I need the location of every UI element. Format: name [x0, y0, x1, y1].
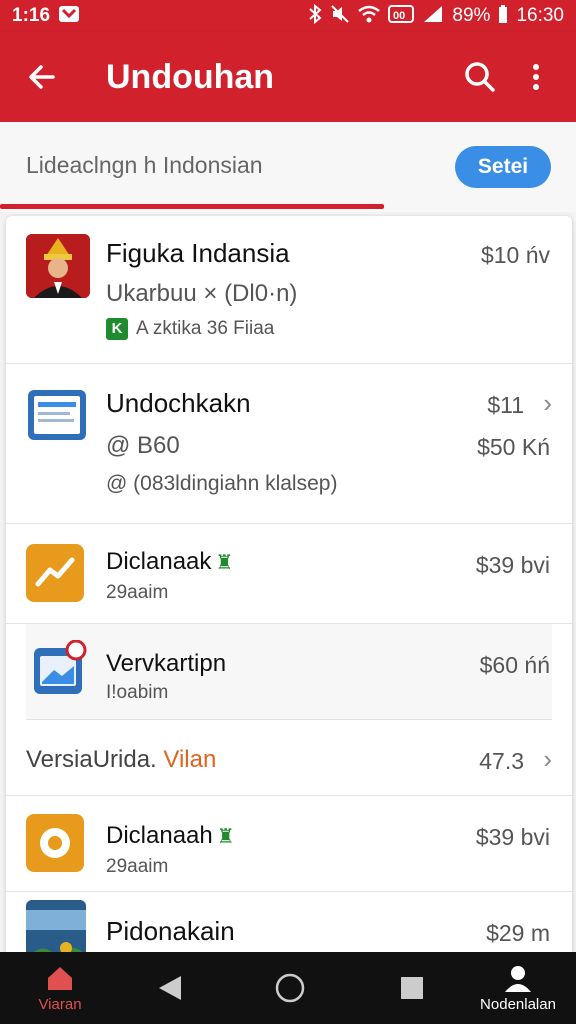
item-meta: @ (083ldingiahn klalsep) — [106, 472, 338, 495]
item-title: Vervkartipn — [106, 650, 227, 677]
home-icon — [48, 966, 72, 990]
item-subtitle: 29aaim — [106, 856, 169, 877]
more-vert-icon — [533, 64, 539, 90]
item-price: $39 bvi — [475, 824, 550, 850]
item-title: Pidonakain — [106, 916, 235, 946]
item-subtitle: I!oabim — [106, 682, 169, 703]
chart-icon — [26, 544, 84, 602]
item-subtitle: 29aaim — [106, 582, 169, 603]
item-title: Undochkakn — [106, 388, 251, 418]
rating-icon: ♜ — [215, 552, 234, 574]
item-price: $10 ńv — [480, 242, 550, 268]
item-title: Diclanaak ♜ — [106, 548, 234, 575]
page-title: Undouhan — [106, 57, 275, 96]
item-price: $39 bvi — [475, 552, 550, 578]
list-item[interactable]: Figuka Indansia Ukarbuu × (Dl0·n) K A zkt… — [6, 216, 572, 364]
square-recents-icon — [401, 977, 423, 999]
wifi-icon — [358, 5, 381, 28]
item-subtitle: @ B60 — [106, 432, 180, 459]
notification-icon — [58, 4, 80, 29]
status-time-left: 1:16 — [12, 5, 51, 26]
list-item[interactable]: Diclanaah ♜ 29aaim $39 bvi — [6, 796, 572, 892]
navigation-bar: Viaran Nodenlalan — [0, 952, 576, 1024]
data-icon: 00 — [388, 4, 415, 29]
search-icon — [465, 62, 495, 92]
battery-percent: 89% — [452, 5, 491, 26]
downloads-list: Figuka Indansia Ukarbuu × (Dl0·n) K A zkt… — [6, 216, 572, 976]
chevron-right-icon[interactable]: › — [543, 744, 552, 775]
search-underline — [0, 204, 384, 209]
app-thumbnail — [26, 234, 90, 298]
mute-icon — [330, 4, 350, 29]
document-icon — [26, 388, 90, 452]
nav-home-circle[interactable] — [270, 952, 310, 1024]
item-meta: A zktika 36 Fiiaa — [136, 318, 275, 340]
item-title: Figuka Indansia — [106, 238, 290, 268]
item-price: $29 m — [486, 920, 550, 946]
record-icon — [26, 814, 84, 872]
section-title: VersiaUrida. Vilan — [26, 746, 217, 773]
list-item[interactable]: Diclanaak ♜ 29aaim $39 bvi — [6, 524, 572, 624]
profile-icon — [505, 965, 531, 992]
bluetooth-icon — [308, 3, 322, 29]
more-options-button[interactable] — [514, 53, 558, 101]
signal-icon — [422, 4, 444, 29]
rating-icon: ♜ — [216, 826, 235, 848]
nav-home[interactable]: Viaran — [30, 952, 90, 1024]
triangle-back-icon — [159, 976, 181, 1000]
item-price: $11 — [487, 392, 524, 418]
nav-home-label: Viaran — [38, 995, 82, 1013]
nav-profile[interactable]: Nodenlalan — [476, 952, 560, 1024]
item-title: Diclanaah ♜ — [106, 822, 235, 849]
chevron-right-icon[interactable]: › — [543, 388, 552, 419]
nav-profile-label: Nodenlalan — [480, 995, 556, 1013]
search-input[interactable]: Lideaclngn h Indonsian — [26, 152, 263, 179]
nav-back[interactable] — [150, 952, 190, 1024]
circle-home-icon — [275, 973, 305, 1003]
search-button[interactable] — [458, 53, 502, 101]
back-button[interactable] — [18, 53, 66, 101]
search-row: Lideaclngn h Indonsian Setei — [0, 122, 576, 212]
search-submit-button[interactable]: Setei — [455, 146, 551, 188]
status-bar: 1:16 00 89% 16:30 — [0, 0, 576, 32]
svg-text:00: 00 — [393, 10, 405, 22]
status-time-right: 16:30 — [516, 5, 564, 26]
image-icon — [32, 640, 90, 698]
arrow-back-icon — [29, 65, 55, 89]
app-bar: Undouhan — [0, 32, 576, 122]
list-item[interactable]: Undochkakn @ B60 @ (083ldingiahn klalsep… — [6, 364, 572, 524]
item-subtitle: Ukarbuu × (Dl0·n) — [106, 280, 298, 307]
battery-icon — [498, 4, 508, 29]
item-price: $60 ńń — [479, 652, 550, 678]
list-item[interactable]: Vervkartipn I!oabim $60 ńń — [26, 624, 552, 720]
item-price: 47.3 — [479, 748, 524, 774]
nav-recents[interactable] — [392, 952, 432, 1024]
item-price-secondary: $50 Kń — [477, 434, 550, 460]
list-item[interactable]: VersiaUrida. Vilan 47.3 › — [6, 720, 572, 796]
verified-icon: K — [106, 318, 128, 340]
